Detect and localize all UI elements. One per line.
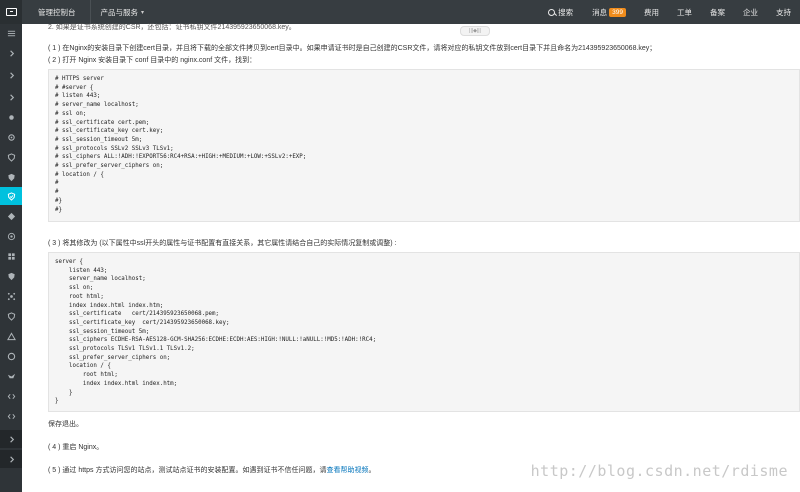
sidebar-item-product-6[interactable] xyxy=(0,207,22,225)
enterprise-link[interactable]: 企业 xyxy=(734,0,767,24)
sidebar-item-product-3[interactable] xyxy=(0,148,22,166)
watermark: http://blog.csdn.net/rdisme xyxy=(530,462,788,480)
sidebar-item-product-8[interactable] xyxy=(0,247,22,265)
sidebar-item-product-14[interactable] xyxy=(0,367,22,385)
step-5-prefix: ( 5 ) 通过 https 方式访问您的站点，测试站点证书的安装配置。如遇到证… xyxy=(48,467,327,474)
sidebar-item-product-13[interactable] xyxy=(0,347,22,365)
diamond-icon xyxy=(7,212,15,220)
billing-link[interactable]: 费用 xyxy=(635,0,668,24)
step-csr-note: 2. 如果是证书系统创建的CSR，还包括：证书私钥文件2143959236500… xyxy=(48,24,296,31)
code-block-original-config: # HTTPS server # #server { # listen 443;… xyxy=(48,69,800,222)
step-1-text: ( 1 ) 在Nginx的安装目录下创建cert目录，并且将下载的全部文件拷贝到… xyxy=(48,45,657,52)
sidebar-menu-toggle[interactable] xyxy=(0,24,22,42)
step-3-text: ( 3 ) 将其修改为 (以下属性中ssl开头的属性与证书配置有直接关系，其它属… xyxy=(48,240,397,247)
step-5-text: ( 5 ) 通过 https 方式访问您的站点，测试站点证书的安装配置。如遇到证… xyxy=(48,465,375,475)
shield-icon xyxy=(7,272,15,280)
products-menu[interactable]: 产品与服务 ▾ xyxy=(89,0,155,24)
step-2-text: ( 2 ) 打开 Nginx 安装目录下 conf 目录中的 nginx.con… xyxy=(48,57,257,64)
drag-handle[interactable]: |||◆||| xyxy=(460,26,490,36)
sidebar-item-product-2[interactable] xyxy=(0,128,22,146)
sidebar-item-ssl-certificates[interactable] xyxy=(0,187,22,205)
sidebar-item-product-7[interactable] xyxy=(0,227,22,245)
search-button[interactable]: 搜索 xyxy=(538,0,583,24)
save-exit-text: 保存退出。 xyxy=(48,421,83,428)
sidebar-expand-1[interactable] xyxy=(0,44,22,62)
circle-icon xyxy=(7,352,15,360)
left-sidebar xyxy=(0,24,22,492)
icp-filing-link[interactable]: 备案 xyxy=(701,0,734,24)
target-icon xyxy=(7,232,15,240)
shield-icon xyxy=(7,152,15,162)
chevron-down-icon: ▾ xyxy=(141,9,145,16)
sidebar-item-product-10[interactable] xyxy=(0,287,22,305)
warning-icon xyxy=(6,331,16,340)
support-link[interactable]: 支持 xyxy=(767,0,800,24)
sidebar-expand-5[interactable] xyxy=(0,450,22,468)
menu-icon xyxy=(7,30,15,36)
code-block-modified-config: server { listen 443; server_name localho… xyxy=(48,252,800,412)
code-icon xyxy=(7,413,15,419)
dot-icon xyxy=(8,114,14,120)
top-navigation-bar: 管理控制台 产品与服务 ▾ 搜索 消息 399 费用 工单 备案 企业 支持 xyxy=(0,0,800,24)
network-icon xyxy=(7,292,15,300)
step-4-text: ( 4 ) 重启 Nginx。 xyxy=(48,444,104,451)
grid-icon xyxy=(7,252,15,260)
chevron-right-icon xyxy=(9,435,14,443)
sidebar-item-product-15[interactable] xyxy=(0,387,22,405)
shield-check-icon xyxy=(7,311,15,321)
logo-icon xyxy=(5,8,17,16)
shield-alert-icon xyxy=(7,173,15,181)
chevron-right-icon xyxy=(9,71,14,79)
sidebar-item-product-1[interactable] xyxy=(0,108,22,126)
console-home-link[interactable]: 管理控制台 xyxy=(22,0,90,24)
search-label: 搜索 xyxy=(558,7,574,17)
console-logo[interactable] xyxy=(0,0,22,24)
chevron-right-icon xyxy=(9,49,14,57)
certificate-shield-icon xyxy=(7,191,15,201)
sidebar-item-product-4[interactable] xyxy=(0,168,22,186)
gear-icon xyxy=(7,133,15,141)
products-menu-label: 产品与服务 xyxy=(100,7,139,17)
sidebar-expand-2[interactable] xyxy=(0,66,22,84)
help-video-link[interactable]: 查看帮助视频 xyxy=(326,467,368,474)
sidebar-expand-4[interactable] xyxy=(0,430,22,448)
sidebar-item-product-9[interactable] xyxy=(0,267,22,285)
sidebar-expand-3[interactable] xyxy=(0,88,22,106)
messages-label: 消息 xyxy=(592,7,608,17)
sidebar-item-product-11[interactable] xyxy=(0,307,22,325)
messages-count-badge: 399 xyxy=(609,7,626,17)
chevron-right-icon xyxy=(9,455,14,463)
sidebar-item-product-12[interactable] xyxy=(0,327,22,345)
documentation-content: 2. 如果是证书系统创建的CSR，还包括：证书私钥文件2143959236500… xyxy=(22,24,800,492)
chevron-right-icon xyxy=(9,93,14,101)
sidebar-item-product-16[interactable] xyxy=(0,407,22,425)
code-icon xyxy=(7,393,15,399)
step-5-suffix: 。 xyxy=(368,467,376,474)
ticket-link[interactable]: 工单 xyxy=(668,0,701,24)
search-icon xyxy=(548,8,556,16)
wing-icon xyxy=(7,373,15,378)
messages-button[interactable]: 消息 399 xyxy=(583,0,635,24)
